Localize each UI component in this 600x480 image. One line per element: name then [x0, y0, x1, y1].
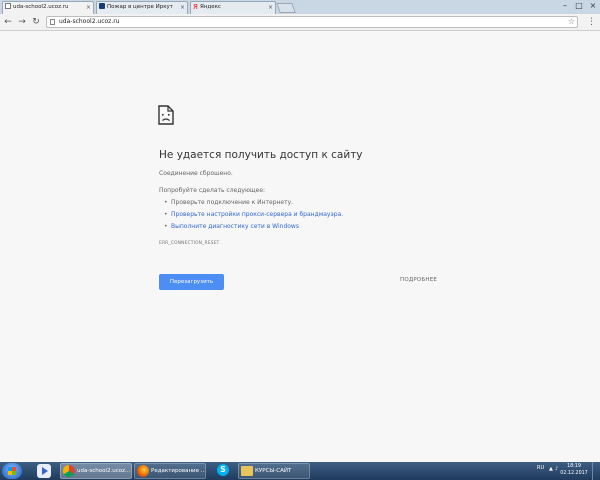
maximize-icon[interactable]: □: [572, 0, 586, 12]
back-icon[interactable]: ←: [3, 17, 13, 27]
close-icon[interactable]: ×: [268, 2, 273, 13]
suggestions-heading: Попробуйте сделать следующее:: [159, 187, 266, 194]
sad-page-icon: [158, 105, 174, 125]
clock[interactable]: 18:19 02.12.2017: [560, 463, 588, 477]
page-icon: [50, 19, 55, 25]
new-tab-button[interactable]: [276, 3, 296, 13]
tab-uda-school[interactable]: uda-school2.ucoz.ru ×: [2, 1, 94, 14]
taskbar-item-skype[interactable]: S: [213, 463, 233, 479]
taskbar-item-label: uda-school2.ucoz...: [77, 468, 131, 474]
taskbar-item-folder[interactable]: КУРСЫ-САЙТ: [238, 463, 310, 479]
clock-date: 02.12.2017: [560, 471, 588, 476]
yandex-icon: Я: [193, 3, 198, 11]
close-icon[interactable]: ×: [180, 2, 185, 13]
page-icon: [5, 3, 11, 9]
error-title: Не удается получить доступ к сайту: [159, 149, 363, 161]
clock-time: 18:19: [567, 464, 581, 469]
minimize-icon[interactable]: –: [558, 0, 572, 12]
forward-icon[interactable]: →: [17, 17, 27, 27]
tab-yandex[interactable]: Я Яндекс ×: [190, 1, 276, 14]
taskbar: uda-school2.ucoz... Редактирование ... S…: [0, 462, 600, 480]
tab-strip: uda-school2.ucoz.ru × Пожар в центре Ирк…: [0, 0, 600, 14]
language-indicator[interactable]: RU: [537, 465, 544, 471]
taskbar-item-firefox[interactable]: Редактирование ...: [134, 463, 206, 479]
taskbar-item-label: Редактирование ...: [151, 468, 206, 474]
close-icon[interactable]: ×: [86, 2, 91, 13]
menu-icon[interactable]: ⋮: [587, 17, 596, 27]
folder-icon: [241, 466, 253, 476]
media-player-icon: [37, 464, 51, 478]
tab-label: Пожар в центре Иркут: [107, 4, 173, 10]
error-subtitle: Соединение сброшено.: [159, 170, 233, 177]
tab-label: uda-school2.ucoz.ru: [13, 4, 69, 10]
reload-button[interactable]: Перезагрузить: [159, 274, 224, 290]
chrome-icon: [63, 465, 75, 477]
news-site-icon: [99, 3, 105, 9]
taskbar-pinned-app[interactable]: [35, 463, 55, 479]
tray-arrow-icon[interactable]: ▲: [549, 466, 554, 472]
suggestion-check-proxy-link[interactable]: Проверьте настройки прокси-сервера и бра…: [164, 211, 343, 218]
start-button[interactable]: [2, 463, 22, 479]
browser-toolbar: ← → ↻ uda-school2.ucoz.ru ☆ ⋮: [0, 14, 600, 31]
suggestion-check-connection: Проверьте подключение к Интернету.: [164, 199, 293, 206]
windows-logo-icon: [8, 467, 16, 475]
taskbar-item-label: КУРСЫ-САЙТ: [255, 468, 292, 474]
error-code: ERR_CONNECTION_RESET: [159, 241, 220, 246]
skype-icon: S: [217, 464, 229, 476]
address-bar[interactable]: uda-school2.ucoz.ru ☆: [46, 16, 578, 28]
tab-label: Яндекс: [200, 4, 221, 10]
close-window-icon[interactable]: ×: [586, 0, 600, 12]
suggestion-network-diagnostics-link[interactable]: Выполните диагностику сети в Windows: [164, 223, 299, 230]
bookmark-star-icon[interactable]: ☆: [568, 17, 575, 27]
tab-fire-news[interactable]: Пожар в центре Иркут ×: [96, 1, 188, 14]
show-desktop-button[interactable]: [592, 462, 600, 480]
details-button[interactable]: ПОДРОБНЕЕ: [400, 277, 437, 283]
reload-icon[interactable]: ↻: [31, 17, 41, 27]
firefox-icon: [137, 465, 149, 477]
taskbar-item-chrome[interactable]: uda-school2.ucoz...: [60, 463, 132, 479]
error-page: [0, 32, 600, 462]
url-text: uda-school2.ucoz.ru: [59, 18, 120, 25]
